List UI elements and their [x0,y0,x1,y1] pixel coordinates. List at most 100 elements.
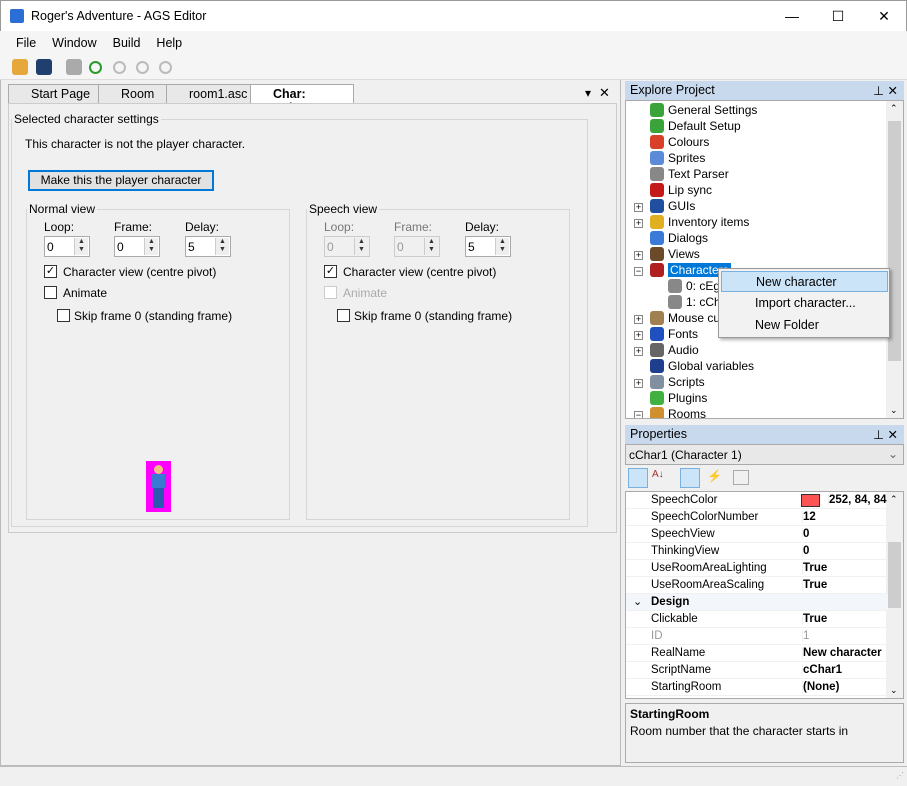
menu-file[interactable]: File [0,31,44,50]
property-value[interactable]: 0 [802,528,809,540]
step-icon[interactable] [136,61,149,74]
property-category[interactable]: ⌄ Design [626,594,888,611]
tab-char-cchar1[interactable]: Char: cChar1 [250,84,354,115]
property-row[interactable]: ScriptName cChar1 [626,662,888,679]
tree-item[interactable]: Audio [650,343,699,359]
categorized-icon[interactable] [628,468,648,488]
tree-item[interactable]: Fonts [650,327,698,343]
speech-delay-stepper[interactable]: 5 ▲ ▼ [465,236,511,257]
normal-frame-stepper[interactable]: 0 ▲ ▼ [114,236,160,257]
menu-window[interactable]: Window [44,31,104,50]
grid-scrollbar[interactable]: ⌃ ⌄ [886,492,903,698]
menu-build[interactable]: Build [105,31,149,50]
speech-character-view-checkbox[interactable]: ✓ [324,265,337,278]
property-row[interactable]: UseRoomAreaScaling True [626,577,888,594]
spin-arrows-icon[interactable]: ▲ ▼ [495,238,509,255]
expand-icon[interactable]: + [634,331,643,340]
tree-item[interactable]: Lip sync [650,183,712,199]
scroll-down-icon[interactable]: ⌄ [890,405,898,416]
property-row[interactable]: SpeechColorNumber 12 [626,509,888,526]
property-value[interactable]: True [802,562,827,574]
speech-skip-frame-checkbox[interactable] [337,309,350,322]
tree-item[interactable]: Plugins [650,391,707,407]
property-pages-icon[interactable] [733,470,749,485]
tree-item[interactable]: Views [650,247,700,263]
tree-scrollbar[interactable]: ⌃ ⌄ [886,101,903,418]
spin-arrows-icon[interactable]: ▲ ▼ [74,238,88,255]
close-tab-button[interactable]: ✕ [599,85,610,101]
open-icon[interactable] [12,59,28,75]
run-icon[interactable] [89,61,102,74]
close-button[interactable]: ✕ [861,1,907,32]
property-row[interactable]: RealName New character [626,645,888,662]
normal-skip-frame-checkbox[interactable] [57,309,70,322]
property-value[interactable]: 252, 84, 84 [828,494,887,506]
expand-icon[interactable]: + [634,347,643,356]
pause-icon[interactable] [113,61,126,74]
build-icon[interactable] [66,59,82,75]
expand-icon[interactable]: + [634,203,643,212]
expand-icon[interactable]: + [634,251,643,260]
collapse-icon[interactable]: − [634,411,643,418]
property-value[interactable]: cChar1 [802,664,842,676]
maximize-button[interactable]: ☐ [815,1,861,32]
tab-room-1[interactable]: Room 1 [98,84,170,115]
property-row[interactable]: SpeechColor 252, 84, 84 [626,492,888,509]
menu-item-import-character[interactable]: Import character... [721,293,888,314]
property-value[interactable]: 1 [802,630,809,642]
collapse-icon[interactable]: − [634,267,643,276]
stop-icon[interactable] [159,61,172,74]
tree-item[interactable]: Text Parser [650,167,729,183]
resize-grip-icon[interactable]: ⋰ [896,771,904,780]
tab-start-page[interactable]: Start Page [8,84,102,104]
expand-icon[interactable]: + [634,379,643,388]
property-row[interactable]: SpeechView 0 [626,526,888,543]
property-row[interactable]: Clickable True [626,611,888,628]
scroll-up-icon[interactable]: ⌃ [890,494,898,505]
scroll-thumb[interactable] [888,542,901,608]
spin-arrows-icon[interactable]: ▲ ▼ [144,238,158,255]
property-value[interactable]: True [802,613,827,625]
tab-list-dropdown[interactable]: ▾ [585,86,591,100]
tab-room1-asc[interactable]: room1.asc [166,84,254,104]
normal-delay-stepper[interactable]: 5 ▲ ▼ [185,236,231,257]
tree-item[interactable]: Scripts [650,375,705,391]
menu-item-new-folder[interactable]: New Folder [721,315,888,336]
events-icon[interactable]: ⚡ [707,469,722,483]
expand-icon[interactable]: + [634,219,643,228]
property-value[interactable]: 0 [802,545,809,557]
tree-item[interactable]: General Settings [650,103,757,119]
scroll-down-icon[interactable]: ⌄ [890,685,898,696]
pin-close-icons[interactable]: ⊥ ✕ [873,83,898,98]
normal-animate-checkbox[interactable] [44,286,57,299]
property-value[interactable]: New character [802,647,882,659]
tree-item[interactable]: Sprites [650,151,705,167]
tree-item[interactable]: Dialogs [650,231,708,247]
save-icon[interactable] [36,59,52,75]
property-value[interactable]: 12 [802,511,816,523]
normal-loop-stepper[interactable]: 0 ▲ ▼ [44,236,90,257]
property-row[interactable]: ThinkingView 0 [626,543,888,560]
normal-character-view-checkbox[interactable]: ✓ [44,265,57,278]
spin-arrows-icon[interactable]: ▲ ▼ [215,238,229,255]
sort-alphabetical-icon[interactable]: A↓ [652,469,664,480]
property-row[interactable]: StartingRoom (None) [626,679,888,696]
object-selector-dropdown[interactable]: cChar1 (Character 1) ⌄ [625,444,904,465]
property-row[interactable]: UseRoomAreaLighting True [626,560,888,577]
pin-close-icons[interactable]: ⊥ ✕ [873,427,898,442]
properties-icon[interactable] [680,468,700,488]
tree-item[interactable]: Global variables [650,359,754,375]
property-row[interactable]: ID 1 [626,628,888,645]
chevron-down-icon[interactable]: ⌄ [633,595,642,608]
menu-item-new-character[interactable]: New character [721,271,888,292]
expand-icon[interactable]: + [634,315,643,324]
property-value[interactable]: True [802,579,827,591]
scroll-up-icon[interactable]: ⌃ [890,103,898,114]
tree-item[interactable]: Default Setup [650,119,741,135]
property-value[interactable]: (None) [802,681,839,693]
minimize-button[interactable]: — [769,1,815,32]
tree-item[interactable]: Rooms [650,407,706,418]
tree-item[interactable]: GUIs [650,199,695,215]
make-player-character-button[interactable]: Make this the player character [28,170,214,191]
tree-item[interactable]: Colours [650,135,709,151]
